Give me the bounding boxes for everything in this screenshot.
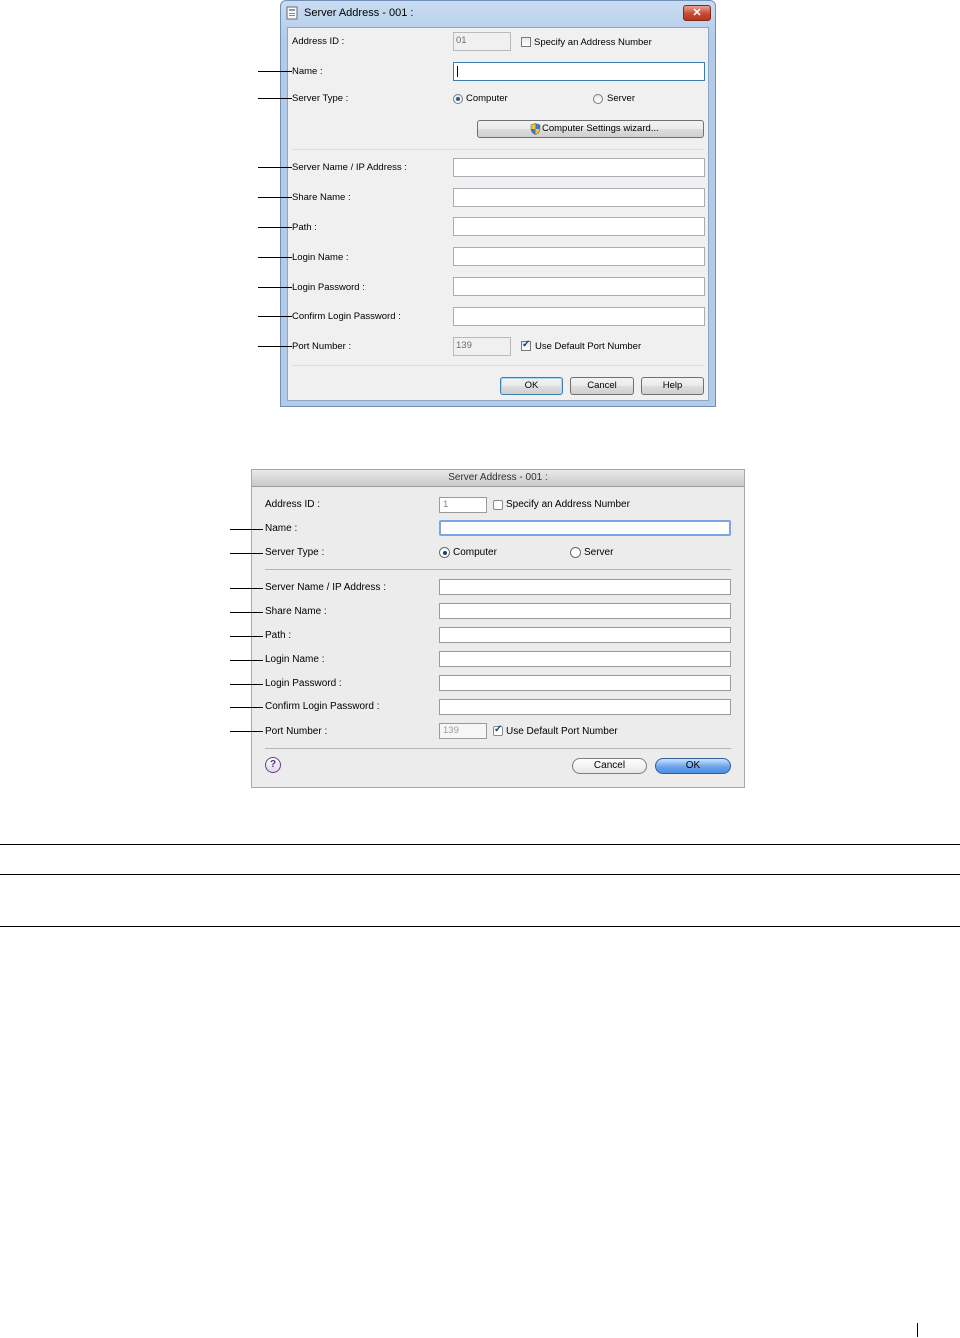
callout-line	[230, 660, 263, 661]
mac-server-radio-label: Server	[584, 547, 614, 558]
callout-line	[230, 612, 263, 613]
callout-line	[258, 257, 292, 258]
mac-address-id-field[interactable]: 1	[439, 497, 487, 513]
section-divider	[292, 149, 704, 150]
path-input[interactable]	[453, 217, 705, 236]
mac-address-id-label: Address ID :	[265, 499, 321, 510]
mac-computer-radio-label: Computer	[453, 547, 497, 558]
computer-settings-wizard-button[interactable]: Computer Settings wizard...	[477, 120, 704, 138]
port-number-label: Port Number :	[292, 341, 352, 352]
mac-login-name-input[interactable]	[439, 651, 731, 667]
address-id-field: 01	[453, 32, 511, 51]
mac-server-name-label: Server Name / IP Address :	[265, 582, 386, 593]
table-rule	[0, 874, 960, 875]
server-type-label: Server Type :	[292, 93, 349, 104]
help-button[interactable]: Help	[641, 377, 704, 395]
share-name-input[interactable]	[453, 188, 705, 207]
server-name-label: Server Name / IP Address :	[292, 162, 407, 173]
callout-line	[230, 731, 263, 732]
callout-line	[230, 684, 263, 685]
name-label: Name :	[292, 66, 323, 77]
port-number-field: 139	[453, 337, 511, 356]
mac-specify-address-number-checkbox[interactable]	[493, 500, 503, 510]
login-name-input[interactable]	[453, 247, 705, 266]
share-name-label: Share Name :	[292, 192, 351, 203]
confirm-login-password-input[interactable]	[453, 307, 705, 326]
server-radio[interactable]	[593, 94, 603, 104]
specify-address-number-label: Specify an Address Number	[534, 37, 652, 48]
mac-server-name-input[interactable]	[439, 579, 731, 595]
computer-settings-wizard-label: Computer Settings wizard...	[542, 123, 659, 134]
confirm-login-password-label: Confirm Login Password :	[292, 311, 401, 322]
specify-address-number-checkbox[interactable]	[521, 37, 531, 47]
mac-section-divider	[265, 569, 731, 570]
callout-line	[258, 227, 292, 228]
help-icon[interactable]: ?	[265, 757, 281, 773]
callout-line	[230, 529, 263, 530]
text-cursor	[457, 66, 458, 77]
mac-path-input[interactable]	[439, 627, 731, 643]
mac-use-default-port-label: Use Default Port Number	[506, 726, 618, 737]
login-password-input[interactable]	[453, 277, 705, 296]
cancel-button[interactable]: Cancel	[570, 377, 634, 395]
footer-divider	[292, 365, 704, 366]
server-radio-label: Server	[607, 93, 635, 104]
mac-name-input[interactable]	[439, 520, 731, 536]
mac-ok-button[interactable]: OK	[655, 758, 731, 774]
address-book-icon	[286, 6, 298, 20]
path-label: Path :	[292, 222, 317, 233]
mac-login-name-label: Login Name :	[265, 654, 325, 665]
shield-icon	[530, 123, 541, 135]
name-input[interactable]	[453, 62, 705, 81]
mac-login-password-input[interactable]	[439, 675, 731, 691]
computer-radio[interactable]	[453, 94, 463, 104]
callout-line	[230, 707, 263, 708]
mac-login-password-label: Login Password :	[265, 678, 342, 689]
mac-name-label: Name :	[265, 523, 298, 534]
dialog-titlebar: Server Address - 001 : ✕	[281, 1, 715, 27]
callout-line	[230, 553, 263, 554]
mac-port-number-field: 139	[439, 723, 487, 739]
mac-dialog-title: Server Address - 001 :	[448, 472, 548, 483]
callout-line	[258, 316, 292, 317]
mac-footer-divider	[265, 748, 731, 749]
mac-share-name-input[interactable]	[439, 603, 731, 619]
callout-line	[258, 167, 292, 168]
callout-line	[258, 287, 292, 288]
mac-dialog-titlebar: Server Address - 001 :	[252, 470, 744, 487]
computer-radio-label: Computer	[466, 93, 508, 104]
callout-line	[258, 98, 292, 99]
ok-button[interactable]: OK	[500, 377, 563, 395]
page-footer-rule	[917, 1323, 918, 1337]
table-rule	[0, 844, 960, 845]
use-default-port-checkbox[interactable]	[521, 339, 531, 351]
table-rule	[0, 926, 960, 927]
mac-share-name-label: Share Name :	[265, 606, 327, 617]
dialog-title: Server Address - 001 :	[304, 7, 414, 19]
mac-computer-radio[interactable]	[439, 547, 450, 558]
callout-line	[258, 71, 292, 72]
close-icon: ✕	[692, 7, 702, 19]
mac-specify-address-number-label: Specify an Address Number	[506, 499, 630, 510]
callout-line	[230, 636, 263, 637]
mac-path-label: Path :	[265, 630, 292, 641]
mac-confirm-login-password-label: Confirm Login Password :	[265, 701, 380, 712]
address-id-label: Address ID :	[292, 36, 345, 47]
callout-line	[258, 346, 292, 347]
mac-server-radio[interactable]	[570, 547, 581, 558]
mac-server-type-label: Server Type :	[265, 547, 325, 558]
callout-line	[258, 197, 292, 198]
mac-use-default-port-checkbox[interactable]	[493, 724, 503, 736]
server-name-input[interactable]	[453, 158, 705, 177]
callout-line	[230, 588, 263, 589]
login-password-label: Login Password :	[292, 282, 365, 293]
login-name-label: Login Name :	[292, 252, 349, 263]
mac-cancel-button[interactable]: Cancel	[572, 758, 647, 774]
close-button[interactable]: ✕	[683, 5, 711, 21]
mac-port-number-label: Port Number :	[265, 726, 328, 737]
use-default-port-label: Use Default Port Number	[535, 341, 642, 352]
mac-confirm-login-password-input[interactable]	[439, 699, 731, 715]
